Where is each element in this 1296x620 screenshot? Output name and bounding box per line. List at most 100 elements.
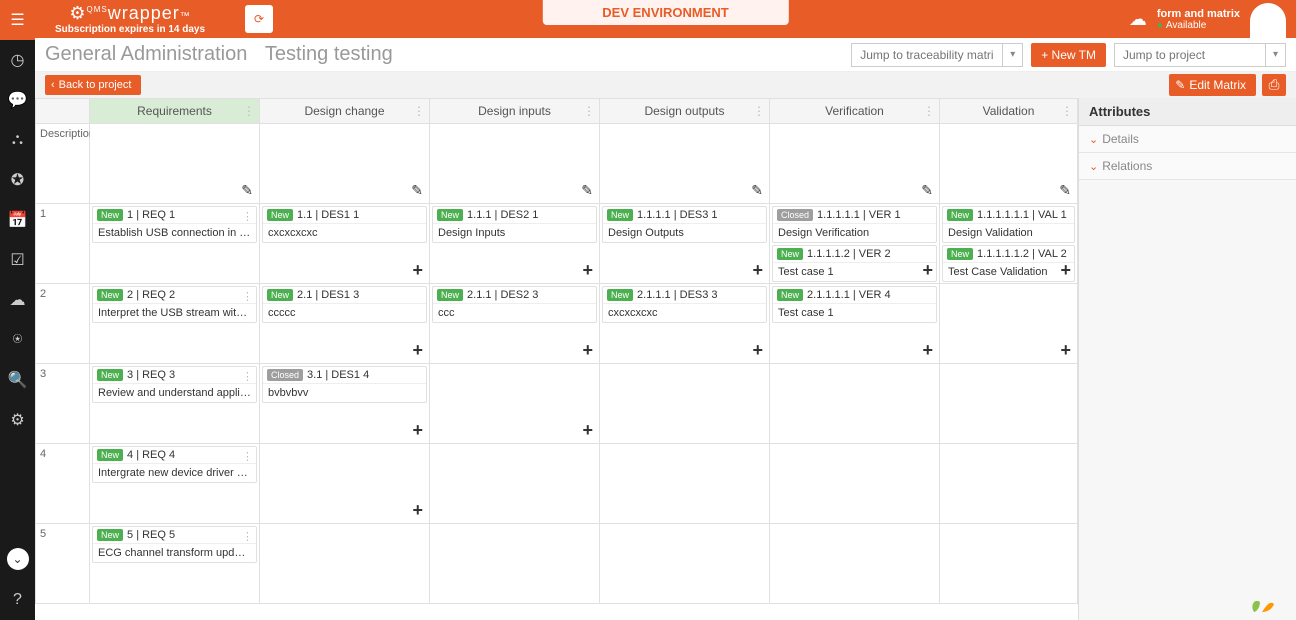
- add-item-icon[interactable]: +: [582, 340, 593, 361]
- jump-to-project-dropdown-icon[interactable]: ▾: [1265, 43, 1285, 67]
- column-header[interactable]: Design inputs⋮: [430, 98, 600, 124]
- description-cell[interactable]: ✎: [940, 124, 1078, 204]
- upload-cloud-icon[interactable]: ☁: [1129, 9, 1147, 30]
- column-header[interactable]: Design outputs⋮: [600, 98, 770, 124]
- jump-to-tm-combo[interactable]: ▾: [851, 43, 1023, 67]
- column-menu-icon[interactable]: ⋮: [753, 104, 765, 118]
- matrix-scroll-area[interactable]: Requirements⋮Design change⋮Design inputs…: [35, 98, 1078, 620]
- item-card[interactable]: New1.1 | DES1 1cxcxcxcxc: [262, 206, 427, 243]
- item-card[interactable]: New5 | REQ 5ECG channel transform update…: [92, 526, 257, 563]
- matrix-cell[interactable]: [770, 444, 940, 524]
- pencil-icon[interactable]: ✎: [241, 182, 253, 199]
- attributes-relations-section[interactable]: ⌄Relations: [1079, 153, 1296, 180]
- matrix-cell[interactable]: New2.1.1 | DES2 3ccc +: [430, 284, 600, 364]
- rail-chat-icon[interactable]: 💬: [0, 80, 35, 120]
- matrix-cell[interactable]: [770, 524, 940, 604]
- rail-help-icon[interactable]: ?: [0, 580, 35, 620]
- description-cell[interactable]: ✎: [260, 124, 430, 204]
- item-card[interactable]: Closed1.1.1.1.1 | VER 1Design Verificati…: [772, 206, 937, 243]
- matrix-cell[interactable]: [600, 524, 770, 604]
- add-item-icon[interactable]: +: [922, 340, 933, 361]
- print-button[interactable]: ⎙: [1262, 74, 1286, 96]
- add-item-icon[interactable]: +: [412, 420, 423, 441]
- matrix-cell[interactable]: Closed3.1 | DES1 4bvbvbvv+: [260, 364, 430, 444]
- matrix-cell[interactable]: [600, 364, 770, 444]
- card-menu-icon[interactable]: ⋮: [242, 210, 253, 223]
- add-item-icon[interactable]: +: [412, 500, 423, 521]
- matrix-cell[interactable]: +: [940, 284, 1078, 364]
- card-menu-icon[interactable]: ⋮: [242, 450, 253, 463]
- rail-check-icon[interactable]: ☑: [0, 240, 35, 280]
- matrix-cell[interactable]: New1 | REQ 1Establish USB connection in …: [90, 204, 260, 284]
- rail-dashboard-icon[interactable]: ◷: [0, 40, 35, 80]
- column-header[interactable]: Design change⋮: [260, 98, 430, 124]
- matrix-cell[interactable]: New1.1.1 | DES2 1Design Inputs+: [430, 204, 600, 284]
- matrix-cell[interactable]: [260, 524, 430, 604]
- rail-calendar-icon[interactable]: 📅: [0, 200, 35, 240]
- pencil-icon[interactable]: ✎: [921, 182, 933, 199]
- add-item-icon[interactable]: +: [922, 260, 933, 281]
- rail-badge-icon[interactable]: ⍟: [0, 320, 35, 360]
- matrix-cell[interactable]: Closed1.1.1.1.1 | VER 1Design Verificati…: [770, 204, 940, 284]
- add-item-icon[interactable]: +: [412, 260, 423, 281]
- description-cell[interactable]: ✎: [430, 124, 600, 204]
- breadcrumb-project[interactable]: General Administration: [45, 43, 247, 65]
- column-menu-icon[interactable]: ⋮: [413, 104, 425, 118]
- logo[interactable]: ⚙QMSwrapper™ Subscription expires in 14 …: [35, 3, 215, 35]
- add-item-icon[interactable]: +: [752, 260, 763, 281]
- matrix-cell[interactable]: New4 | REQ 4Intergrate new device driver…: [90, 444, 260, 524]
- add-item-icon[interactable]: +: [412, 340, 423, 361]
- matrix-cell[interactable]: [430, 524, 600, 604]
- pencil-icon[interactable]: ✎: [1059, 182, 1071, 199]
- rail-cloud-icon[interactable]: ☁: [0, 280, 35, 320]
- item-card[interactable]: New1.1.1.1 | DES3 1Design Outputs: [602, 206, 767, 243]
- matrix-cell[interactable]: +: [430, 364, 600, 444]
- description-cell[interactable]: ✎: [600, 124, 770, 204]
- item-card[interactable]: New2.1.1.1 | DES3 3cxcxcxcxc: [602, 286, 767, 323]
- item-card[interactable]: New3 | REQ 3Review and understand applic…: [92, 366, 257, 403]
- add-item-icon[interactable]: +: [1060, 260, 1071, 281]
- add-item-icon[interactable]: +: [1060, 340, 1071, 361]
- matrix-cell[interactable]: New1.1.1.1 | DES3 1Design Outputs +: [600, 204, 770, 284]
- item-card[interactable]: New4 | REQ 4Intergrate new device driver…: [92, 446, 257, 483]
- jump-to-project-combo[interactable]: ▾: [1114, 43, 1286, 67]
- matrix-cell[interactable]: New5 | REQ 5ECG channel transform update…: [90, 524, 260, 604]
- matrix-cell[interactable]: New2.1 | DES1 3ccccc +: [260, 284, 430, 364]
- item-card[interactable]: New2.1.1 | DES2 3ccc: [432, 286, 597, 323]
- column-menu-icon[interactable]: ⋮: [923, 104, 935, 118]
- rail-org-icon[interactable]: ⛬: [0, 120, 35, 160]
- pencil-icon[interactable]: ✎: [411, 182, 423, 199]
- rail-star-icon[interactable]: ✪: [0, 160, 35, 200]
- rail-collapse-toggle[interactable]: ⌄: [7, 548, 29, 570]
- add-item-icon[interactable]: +: [582, 420, 593, 441]
- matrix-cell[interactable]: New2.1.1.1.1 | VER 4Test case 1 +: [770, 284, 940, 364]
- item-card[interactable]: New2 | REQ 2Interpret the USB stream wit…: [92, 286, 257, 323]
- rail-menu-icon[interactable]: ☰: [0, 0, 35, 40]
- pencil-icon[interactable]: ✎: [751, 182, 763, 199]
- matrix-cell[interactable]: New1.1 | DES1 1cxcxcxcxc +: [260, 204, 430, 284]
- item-card[interactable]: New1.1.1.1.1.2 | VAL 2Test Case Validati…: [942, 245, 1075, 282]
- matrix-cell[interactable]: New3 | REQ 3Review and understand applic…: [90, 364, 260, 444]
- back-to-project-button[interactable]: ‹Back to project: [45, 75, 141, 95]
- matrix-cell[interactable]: [940, 444, 1078, 524]
- jump-to-tm-input[interactable]: [852, 44, 1002, 66]
- column-menu-icon[interactable]: ⋮: [1061, 104, 1073, 118]
- edit-matrix-button[interactable]: ✎Edit Matrix: [1169, 74, 1256, 96]
- item-card[interactable]: New1.1.1 | DES2 1Design Inputs: [432, 206, 597, 243]
- matrix-cell[interactable]: [940, 524, 1078, 604]
- item-card[interactable]: New2.1 | DES1 3ccccc: [262, 286, 427, 323]
- jump-to-project-input[interactable]: [1115, 44, 1265, 66]
- item-card[interactable]: New2.1.1.1.1 | VER 4Test case 1: [772, 286, 937, 323]
- description-cell[interactable]: ✎: [90, 124, 260, 204]
- new-tm-button[interactable]: + New TM: [1031, 43, 1106, 67]
- matrix-cell[interactable]: [600, 444, 770, 524]
- pencil-icon[interactable]: ✎: [581, 182, 593, 199]
- column-header[interactable]: Validation⋮: [940, 98, 1078, 124]
- card-menu-icon[interactable]: ⋮: [242, 530, 253, 543]
- matrix-cell[interactable]: [770, 364, 940, 444]
- item-card[interactable]: New1.1.1.1.2 | VER 2Test case 1: [772, 245, 937, 282]
- matrix-cell[interactable]: [940, 364, 1078, 444]
- column-menu-icon[interactable]: ⋮: [583, 104, 595, 118]
- column-header[interactable]: Requirements⋮: [90, 98, 260, 124]
- item-card[interactable]: New1.1.1.1.1.1 | VAL 1Design Validation: [942, 206, 1075, 243]
